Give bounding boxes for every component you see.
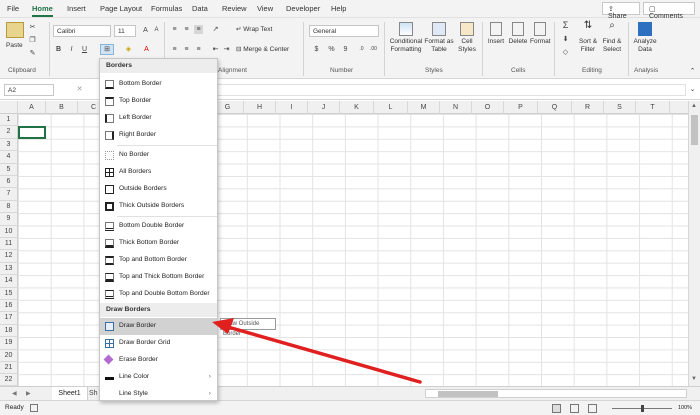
annotation-arrow bbox=[212, 318, 422, 384]
arrow-shaft bbox=[226, 325, 422, 384]
arrow-head bbox=[212, 318, 234, 334]
